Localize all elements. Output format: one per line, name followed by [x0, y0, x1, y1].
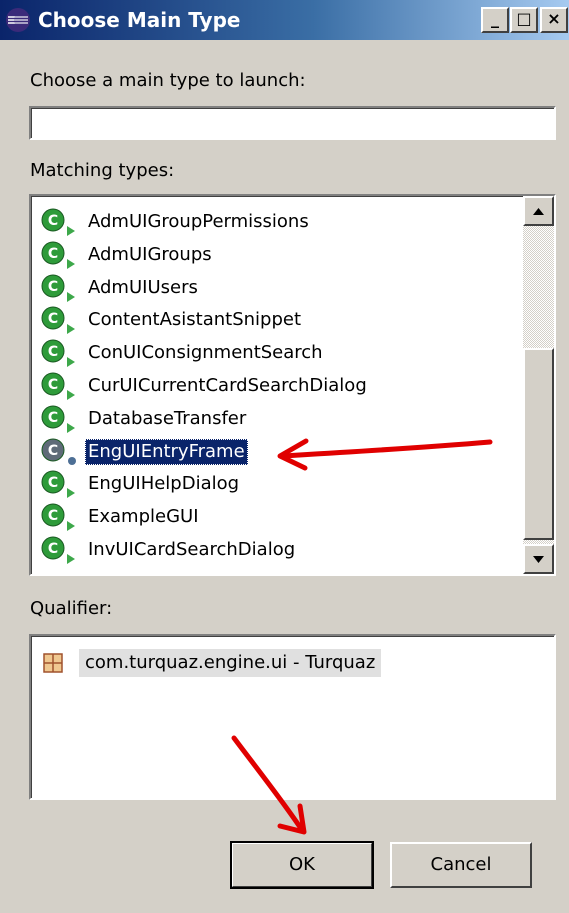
svg-text:C: C — [48, 213, 58, 229]
list-item[interactable]: C CurUICurrentCardSearchDialog — [39, 370, 519, 402]
list-item[interactable]: C ContentAsistantSnippet — [39, 304, 519, 336]
list-item[interactable]: C EngUIEntryFrame — [39, 436, 519, 468]
list-item[interactable]: C DatabaseTransfer — [39, 403, 519, 435]
scroll-thumb[interactable] — [523, 348, 554, 540]
class-icon: C — [41, 503, 75, 532]
search-label: Choose a main type to launch: — [30, 70, 306, 91]
eclipse-icon — [6, 8, 30, 32]
title-bar[interactable]: Choose Main Type _ □ × — [0, 0, 569, 40]
window-title: Choose Main Type — [38, 8, 241, 32]
class-icon: C — [41, 536, 75, 564]
maximize-icon: □ — [516, 9, 532, 28]
maximize-button[interactable]: □ — [510, 7, 538, 33]
qualifier-list[interactable]: com.turquaz.engine.ui - Turquaz — [29, 634, 556, 800]
qualifier-label: Qualifier: — [30, 598, 113, 619]
list-item-label: ExampleGUI — [88, 506, 199, 528]
scroll-up-button[interactable] — [523, 196, 554, 226]
arrow-down-icon — [533, 556, 544, 563]
class-icon: C — [41, 405, 75, 433]
svg-text:C: C — [48, 443, 58, 459]
svg-text:C: C — [48, 508, 58, 524]
cancel-button[interactable]: Cancel — [390, 842, 532, 888]
class-selected-icon: C — [41, 438, 76, 465]
list-item-label: AdmUIGroups — [88, 243, 212, 265]
list-item[interactable]: C ExampleGUI — [39, 501, 519, 533]
arrow-up-icon — [533, 208, 544, 215]
list-item-label: ConUIConsignmentSearch — [88, 342, 323, 364]
svg-text:C: C — [48, 410, 58, 426]
matching-types-label: Matching types: — [30, 160, 175, 181]
list-item-label: ContentAsistantSnippet — [88, 309, 302, 331]
svg-text:C: C — [48, 377, 58, 393]
close-icon: × — [547, 9, 561, 28]
matching-types-list[interactable]: C AdmUIGroupPermissions C AdmUIGroups C AdmUI… — [29, 194, 556, 576]
class-icon: C — [41, 470, 75, 499]
list-item[interactable]: C ConUIConsignmentSearch — [39, 337, 519, 369]
scroll-down-button[interactable] — [523, 544, 554, 574]
list-item-label: DatabaseTransfer — [88, 407, 247, 429]
package-icon — [43, 653, 63, 673]
qualifier-item[interactable]: com.turquaz.engine.ui - Turquaz — [41, 648, 382, 678]
search-input[interactable] — [29, 106, 556, 140]
qualifier-item-label: com.turquaz.engine.ui - Turquaz — [79, 649, 382, 677]
minimize-button[interactable]: _ — [481, 7, 509, 33]
class-icon: C — [41, 306, 75, 335]
list-item-label: CurUICurrentCardSearchDialog — [88, 375, 367, 396]
svg-text:C: C — [48, 344, 58, 360]
close-button[interactable]: × — [540, 7, 568, 33]
list-item-label: EngUIEntryFrame — [85, 438, 248, 465]
svg-text:C: C — [48, 246, 58, 262]
list-scrollbar[interactable] — [523, 196, 554, 574]
class-icon: C — [41, 339, 75, 368]
class-icon: C — [41, 208, 75, 236]
svg-text:C: C — [48, 541, 58, 557]
svg-text:C: C — [48, 279, 58, 295]
class-icon: C — [41, 372, 75, 400]
list-item-label: InvUICardSearchDialog — [88, 539, 296, 560]
minimize-icon: _ — [491, 9, 499, 28]
matching-types-items: C AdmUIGroupPermissions C AdmUIGroups C AdmUI… — [31, 196, 523, 574]
class-icon: C — [41, 274, 75, 302]
list-item[interactable]: C EngUIHelpDialog — [39, 468, 519, 500]
class-icon: C — [41, 241, 75, 269]
list-item[interactable]: C AdmUIUsers — [39, 272, 519, 304]
list-item-label: EngUIHelpDialog — [88, 473, 240, 495]
svg-text:C: C — [48, 311, 58, 327]
list-item-label: AdmUIGroupPermissions — [88, 211, 309, 232]
list-item[interactable]: C AdmUIGroupPermissions — [39, 206, 519, 238]
svg-text:C: C — [48, 475, 58, 491]
list-item[interactable]: C AdmUIGroups — [39, 239, 519, 271]
list-item-label: AdmUIUsers — [88, 276, 198, 298]
list-item[interactable]: C InvUICardSearchDialog — [39, 534, 519, 566]
ok-button[interactable]: OK — [230, 841, 374, 889]
